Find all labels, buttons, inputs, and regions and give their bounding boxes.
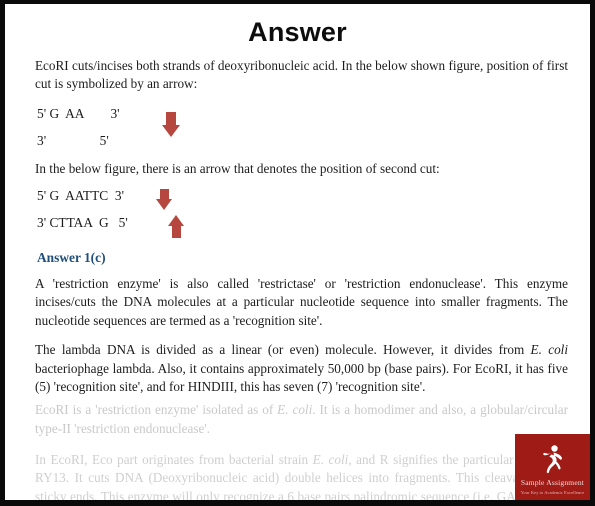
logo-tagline: Your Key to Academic Excellence <box>520 490 585 495</box>
ecori-italic-ecoli: E. coli <box>277 402 313 418</box>
intro-paragraph: EcoRI cuts/incises both strands of deoxy… <box>35 57 568 92</box>
arrow-head-down-icon <box>162 125 180 137</box>
document-page: Answer EcoRI cuts/incises both strands o… <box>0 0 595 506</box>
figure1-strand-bottom: 3' 5' <box>37 132 109 148</box>
arrow-shaft <box>172 226 181 238</box>
paragraph-lambda-dna: The lambda DNA is divided as a linear (o… <box>5 341 590 397</box>
figure-second-cut: 5' G AATTC 3' 3' CTTAA G 5' <box>5 187 590 233</box>
arrow-shaft <box>166 112 176 126</box>
paragraph-ecori-homodimer: EcoRI is a 'restriction enzyme' isolated… <box>5 401 590 438</box>
lambda-italic-ecoli: E. coli <box>530 341 568 357</box>
eco-italic-ecoli: E. coli <box>312 451 349 467</box>
document-body: Answer EcoRI cuts/incises both strands o… <box>5 4 590 500</box>
brand-logo-badge: Sample Assignment Your Key to Academic E… <box>515 434 590 500</box>
paragraph-restriction-enzyme: A 'restriction enzyme' is also called 'r… <box>35 275 568 329</box>
logo-brand-name: Sample Assignment <box>520 478 585 487</box>
figure-first-cut: 5' G AA 3' 3' 5' <box>5 105 590 151</box>
lambda-text-2: bacteriophage lambda. Also, it contains … <box>35 360 568 395</box>
lambda-text-1: The lambda DNA is divided as a linear (o… <box>35 341 531 357</box>
figure1-strand-top: 5' G AA 3' <box>37 106 120 122</box>
figure2-strand-bottom: 3' CTTAA G 5' <box>37 215 128 231</box>
figure2-strand-top: 5' G AATTC 3' <box>37 188 125 204</box>
eco-text-1: In EcoRI, Eco part originates from bacte… <box>35 451 313 467</box>
second-cut-text: In the below figure, there is an arrow t… <box>35 160 440 176</box>
paragraph-eco-origin: In EcoRI, Eco part originates from bacte… <box>5 451 590 500</box>
arrow-head-up-icon <box>167 215 184 226</box>
logo-figure-icon <box>515 442 590 481</box>
ecori-text-1: EcoRI is a 'restriction enzyme' isolated… <box>35 402 278 418</box>
section-heading-answer-1c: Answer 1(c) <box>37 249 106 265</box>
page-title: Answer <box>248 17 347 47</box>
arrow-head-down-icon <box>155 199 172 210</box>
